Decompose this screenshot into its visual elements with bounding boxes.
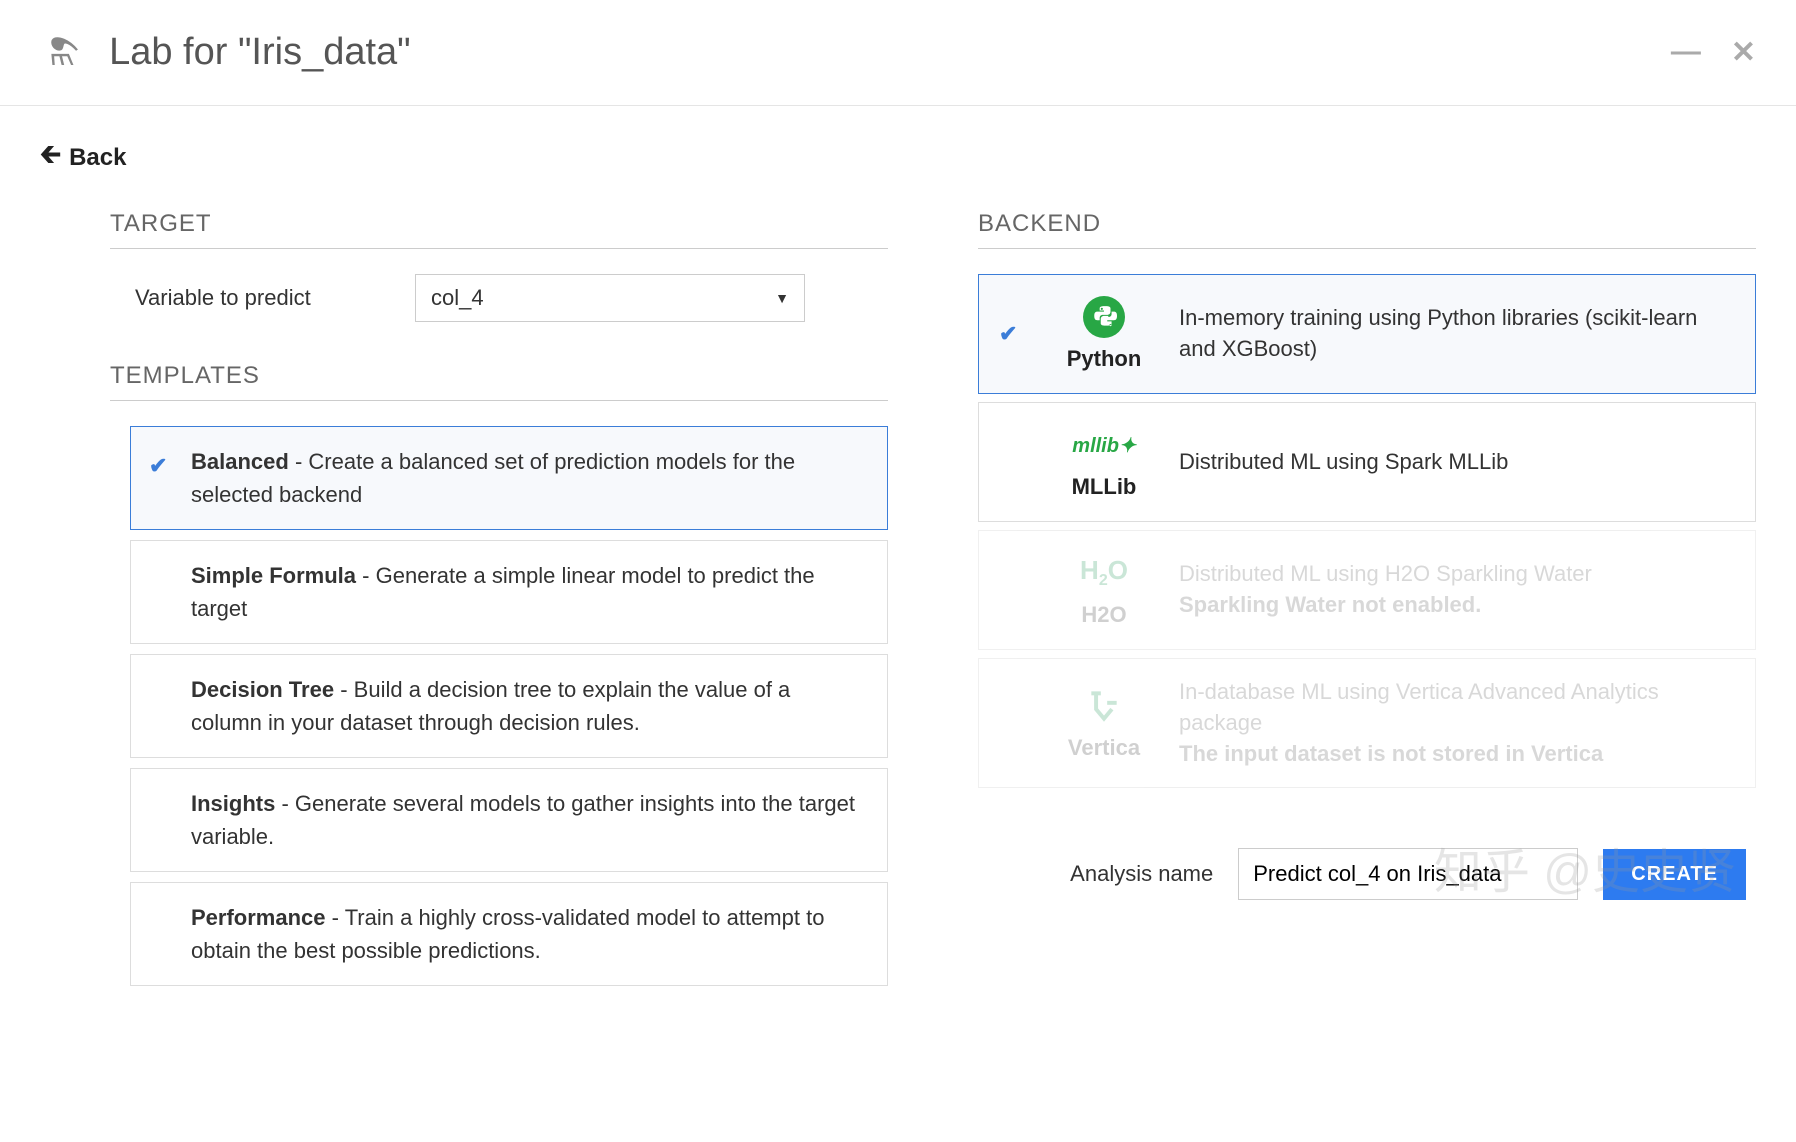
window-title: Lab for "Iris_data"	[109, 31, 1671, 74]
mllib-icon: mllib✦	[1083, 424, 1125, 466]
chevron-down-icon: ▼	[775, 290, 789, 306]
backend-vertica: Vertica In-database ML using Vertica Adv…	[978, 658, 1756, 788]
backend-h2o: H2O H2O Distributed ML using H2O Sparkli…	[978, 530, 1756, 650]
analysis-name-input[interactable]	[1238, 848, 1578, 900]
backend-warning: Sparkling Water not enabled.	[1179, 590, 1735, 621]
h2o-icon: H2O	[1083, 552, 1125, 594]
check-icon: ✔	[999, 321, 1039, 347]
vertica-icon	[1083, 685, 1125, 727]
templates-section-title: TEMPLATES	[110, 362, 888, 401]
template-balanced[interactable]: ✔ Balanced - Create a balanced set of pr…	[130, 426, 888, 530]
templates-list: ✔ Balanced - Create a balanced set of pr…	[110, 426, 888, 986]
footer-row: Analysis name CREATE	[978, 848, 1756, 900]
left-column: TARGET Variable to predict col_4 ▼ TEMPL…	[110, 210, 888, 996]
backend-name: H2O	[1081, 602, 1126, 628]
arrow-left-icon: 🡰	[40, 136, 61, 180]
backend-desc: Distributed ML using H2O Sparkling Water	[1179, 561, 1592, 586]
backend-name: Python	[1067, 346, 1142, 372]
template-decision-tree[interactable]: Decision Tree - Build a decision tree to…	[130, 654, 888, 758]
back-label: Back	[69, 144, 126, 172]
template-name: Performance	[191, 905, 326, 930]
right-column: BACKEND ✔ Python In-memory training usin…	[978, 210, 1756, 996]
template-insights[interactable]: Insights - Generate several models to ga…	[130, 768, 888, 872]
close-button[interactable]: ✕	[1731, 35, 1756, 70]
backend-mllib[interactable]: mllib✦ MLLib Distributed ML using Spark …	[978, 402, 1756, 522]
backend-desc: In-memory training using Python librarie…	[1169, 303, 1735, 365]
analysis-name-label: Analysis name	[1070, 861, 1213, 887]
variable-to-predict-label: Variable to predict	[135, 285, 415, 311]
template-name: Simple Formula	[191, 563, 356, 588]
lab-flask-icon: ⚗	[50, 30, 84, 75]
backend-name: Vertica	[1068, 735, 1140, 761]
variable-to-predict-select[interactable]: col_4 ▼	[415, 274, 805, 322]
backend-desc: In-database ML using Vertica Advanced An…	[1179, 679, 1659, 735]
create-button[interactable]: CREATE	[1603, 849, 1746, 900]
backend-python[interactable]: ✔ Python In-memory training using Python…	[978, 274, 1756, 394]
backend-desc: Distributed ML using Spark MLLib	[1169, 447, 1735, 478]
window-header: ⚗ Lab for "Iris_data" — ✕	[0, 0, 1796, 106]
template-performance[interactable]: Performance - Train a highly cross-valid…	[130, 882, 888, 986]
backend-name: MLLib	[1072, 474, 1137, 500]
target-section-title: TARGET	[110, 210, 888, 249]
template-simple-formula[interactable]: Simple Formula - Generate a simple linea…	[130, 540, 888, 644]
backend-section-title: BACKEND	[978, 210, 1756, 249]
check-icon: ✔	[149, 449, 167, 482]
template-name: Balanced	[191, 449, 289, 474]
backend-warning: The input dataset is not stored in Verti…	[1179, 739, 1735, 770]
back-button[interactable]: 🡰 Back	[40, 136, 126, 180]
python-icon	[1083, 296, 1125, 338]
template-name: Insights	[191, 791, 275, 816]
template-name: Decision Tree	[191, 677, 334, 702]
select-value: col_4	[431, 285, 484, 311]
minimize-button[interactable]: —	[1671, 35, 1701, 70]
backend-list: ✔ Python In-memory training using Python…	[978, 274, 1756, 788]
